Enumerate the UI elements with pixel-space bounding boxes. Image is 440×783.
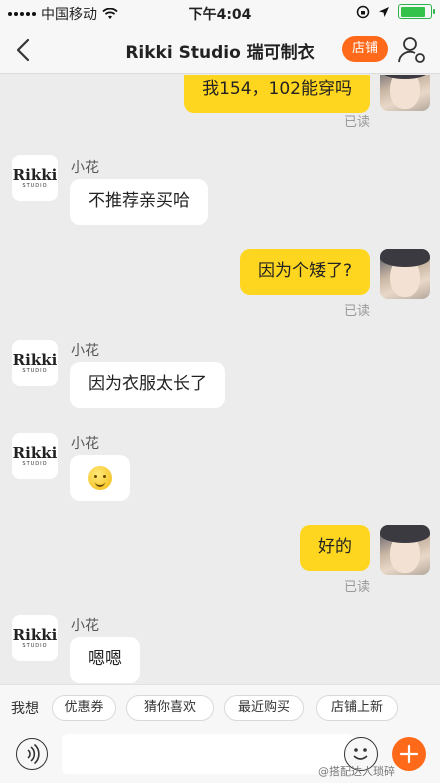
status-right: [356, 4, 435, 19]
shop-avatar[interactable]: Rikki STUDIO: [12, 433, 58, 479]
user-settings-icon: [398, 37, 425, 63]
quick-reply-coupon[interactable]: 优惠券: [52, 695, 116, 721]
shop-avatar[interactable]: Rikki STUDIO: [12, 155, 58, 201]
battery-icon: [398, 4, 435, 19]
sender-name: 小花: [71, 618, 99, 634]
voice-button[interactable]: [16, 738, 48, 770]
plus-icon: [399, 744, 419, 764]
message-input[interactable]: [62, 734, 354, 774]
rotation-lock-icon: [356, 5, 370, 18]
message-bubble[interactable]: 好的: [300, 525, 370, 571]
user-avatar[interactable]: [380, 249, 430, 299]
logo-subtext: STUDIO: [22, 183, 48, 189]
message-bubble[interactable]: 因为衣服太长了: [70, 362, 225, 408]
message-bubble[interactable]: 不推荐亲买哈: [70, 179, 208, 225]
message-bubble[interactable]: 嗯嗯: [70, 637, 140, 683]
sender-name: 小花: [71, 436, 99, 452]
logo-text: Rikki: [12, 444, 58, 462]
smile-emoji-icon: [88, 466, 112, 490]
logo-subtext: STUDIO: [22, 643, 48, 649]
logo-subtext: STUDIO: [22, 461, 48, 467]
quick-reply-new-arrivals[interactable]: 店铺上新: [316, 695, 398, 721]
sender-name: 小花: [71, 160, 99, 176]
user-avatar[interactable]: [380, 525, 430, 575]
quick-reply-recommend[interactable]: 猜你喜欢: [126, 695, 214, 721]
shop-avatar[interactable]: Rikki STUDIO: [12, 615, 58, 661]
watermark: @搭配达人琐碎: [318, 765, 395, 778]
more-button[interactable]: [392, 737, 426, 771]
logo-subtext: STUDIO: [22, 368, 48, 374]
quick-reply-bar: 我想 优惠券 猜你喜欢 最近购买 店铺上新: [0, 684, 440, 728]
shop-avatar[interactable]: Rikki STUDIO: [12, 340, 58, 386]
status-bar: 中国移动 下午4:04: [0, 0, 440, 26]
message-bubble[interactable]: [70, 455, 130, 501]
sender-name: 小花: [71, 343, 99, 359]
location-icon: [379, 6, 389, 17]
logo-text: Rikki: [12, 351, 58, 369]
read-status: 已读: [343, 115, 370, 130]
nav-bar: Rikki Studio 瑞可制衣 店铺: [0, 26, 440, 74]
read-status: 已读: [343, 580, 370, 595]
logo-text: Rikki: [12, 626, 58, 644]
message-bubble[interactable]: 因为个矮了?: [239, 249, 370, 295]
user-avatar[interactable]: [380, 75, 430, 111]
voice-icon: [27, 743, 40, 765]
quick-reply-label: 我想: [11, 701, 39, 717]
chat-area[interactable]: 我154，102能穿吗 已读 Rikki STUDIO 小花 不推荐亲买哈 因为…: [0, 75, 440, 684]
read-status: 已读: [343, 304, 370, 319]
message-bubble[interactable]: 我154，102能穿吗: [184, 75, 370, 113]
profile-button[interactable]: [396, 34, 428, 66]
logo-text: Rikki: [12, 166, 58, 184]
quick-reply-recent[interactable]: 最近购买: [224, 695, 304, 721]
shop-button[interactable]: 店铺: [342, 36, 388, 62]
